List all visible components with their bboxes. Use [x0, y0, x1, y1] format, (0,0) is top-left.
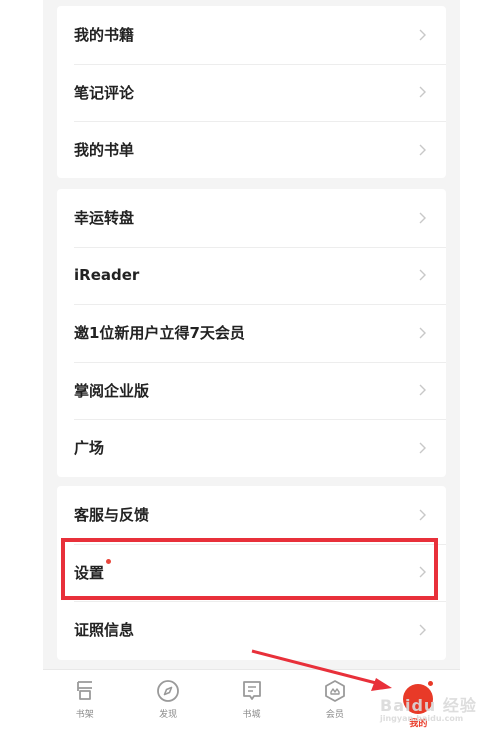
tab-label: 会员 [325, 710, 344, 720]
watermark-text: Baidu 经验 [380, 696, 477, 715]
chevron-right-icon [419, 86, 426, 98]
menu-group-activities: 幸运转盘 iReader 邀1位新用户立得7天会员 掌阅企业版 广场 [57, 189, 446, 477]
menu-item-label: 笔记评论 [74, 83, 135, 102]
tab-member[interactable]: 会员 [293, 670, 376, 736]
menu-item-settings[interactable]: 设置 [57, 543, 446, 602]
chevron-right-icon [419, 442, 426, 454]
bookshelf-icon [76, 681, 92, 700]
chevron-right-icon [419, 212, 426, 224]
chevron-right-icon [419, 566, 426, 578]
chevron-right-icon [419, 624, 426, 636]
app-screen: 我的书籍 笔记评论 我的书单 幸运转盘 iReader 邀1位新用户立得7天会员… [43, 0, 460, 736]
watermark-subtext: jingyan.baidu.com [380, 714, 464, 723]
menu-item-label: 掌阅企业版 [74, 381, 150, 400]
tab-label: 书架 [75, 710, 94, 720]
settings-label: 设置 [74, 563, 105, 582]
chevron-right-icon [419, 327, 426, 339]
menu-item-label: 邀1位新用户立得7天会员 [74, 324, 245, 343]
menu-item-label: 证照信息 [74, 621, 135, 640]
menu-item-lucky-wheel[interactable]: 幸运转盘 [57, 189, 446, 247]
menu-item-my-books[interactable]: 我的书籍 [57, 6, 446, 64]
menu-item-label: 我的书籍 [74, 26, 135, 45]
menu-group-support: 客服与反馈 设置 证照信息 [57, 486, 446, 660]
menu-item-label: 设置 [74, 558, 416, 583]
tab-discover[interactable]: 发现 [126, 670, 209, 736]
menu-item-ireader[interactable]: iReader [57, 246, 446, 305]
member-icon [325, 680, 345, 702]
chevron-right-icon [419, 384, 426, 396]
menu-item-invite[interactable]: 邀1位新用户立得7天会员 [57, 304, 446, 362]
chevron-right-icon [419, 269, 426, 281]
watermark: Baidu 经验 jingyan.baidu.com [380, 692, 477, 723]
menu-item-label: iReader [74, 266, 140, 285]
tab-bookstore[interactable]: 书城 [210, 670, 293, 736]
menu-item-label: 客服与反馈 [74, 506, 150, 525]
menu-item-label: 幸运转盘 [74, 209, 135, 228]
menu-item-label: 我的书单 [74, 141, 135, 160]
menu-item-booklists[interactable]: 我的书单 [57, 121, 446, 179]
menu-item-label: 广场 [74, 439, 105, 458]
menu-group-books: 我的书籍 笔记评论 我的书单 [57, 6, 446, 178]
notification-dot [427, 680, 435, 687]
menu-item-licenses[interactable]: 证照信息 [57, 601, 446, 659]
menu-item-notes[interactable]: 笔记评论 [57, 63, 446, 122]
tab-label: 发现 [159, 710, 178, 720]
compass-icon [157, 680, 180, 702]
bookstore-icon [242, 681, 261, 700]
menu-item-enterprise[interactable]: 掌阅企业版 [57, 361, 446, 420]
tab-label: 书城 [242, 710, 261, 720]
chevron-right-icon [419, 144, 426, 156]
tab-bookshelf[interactable]: 书架 [43, 670, 126, 736]
chevron-right-icon [419, 509, 426, 521]
menu-item-feedback[interactable]: 客服与反馈 [57, 486, 446, 544]
menu-item-square[interactable]: 广场 [57, 419, 446, 477]
notification-dot [106, 558, 111, 564]
chevron-right-icon [419, 29, 426, 41]
